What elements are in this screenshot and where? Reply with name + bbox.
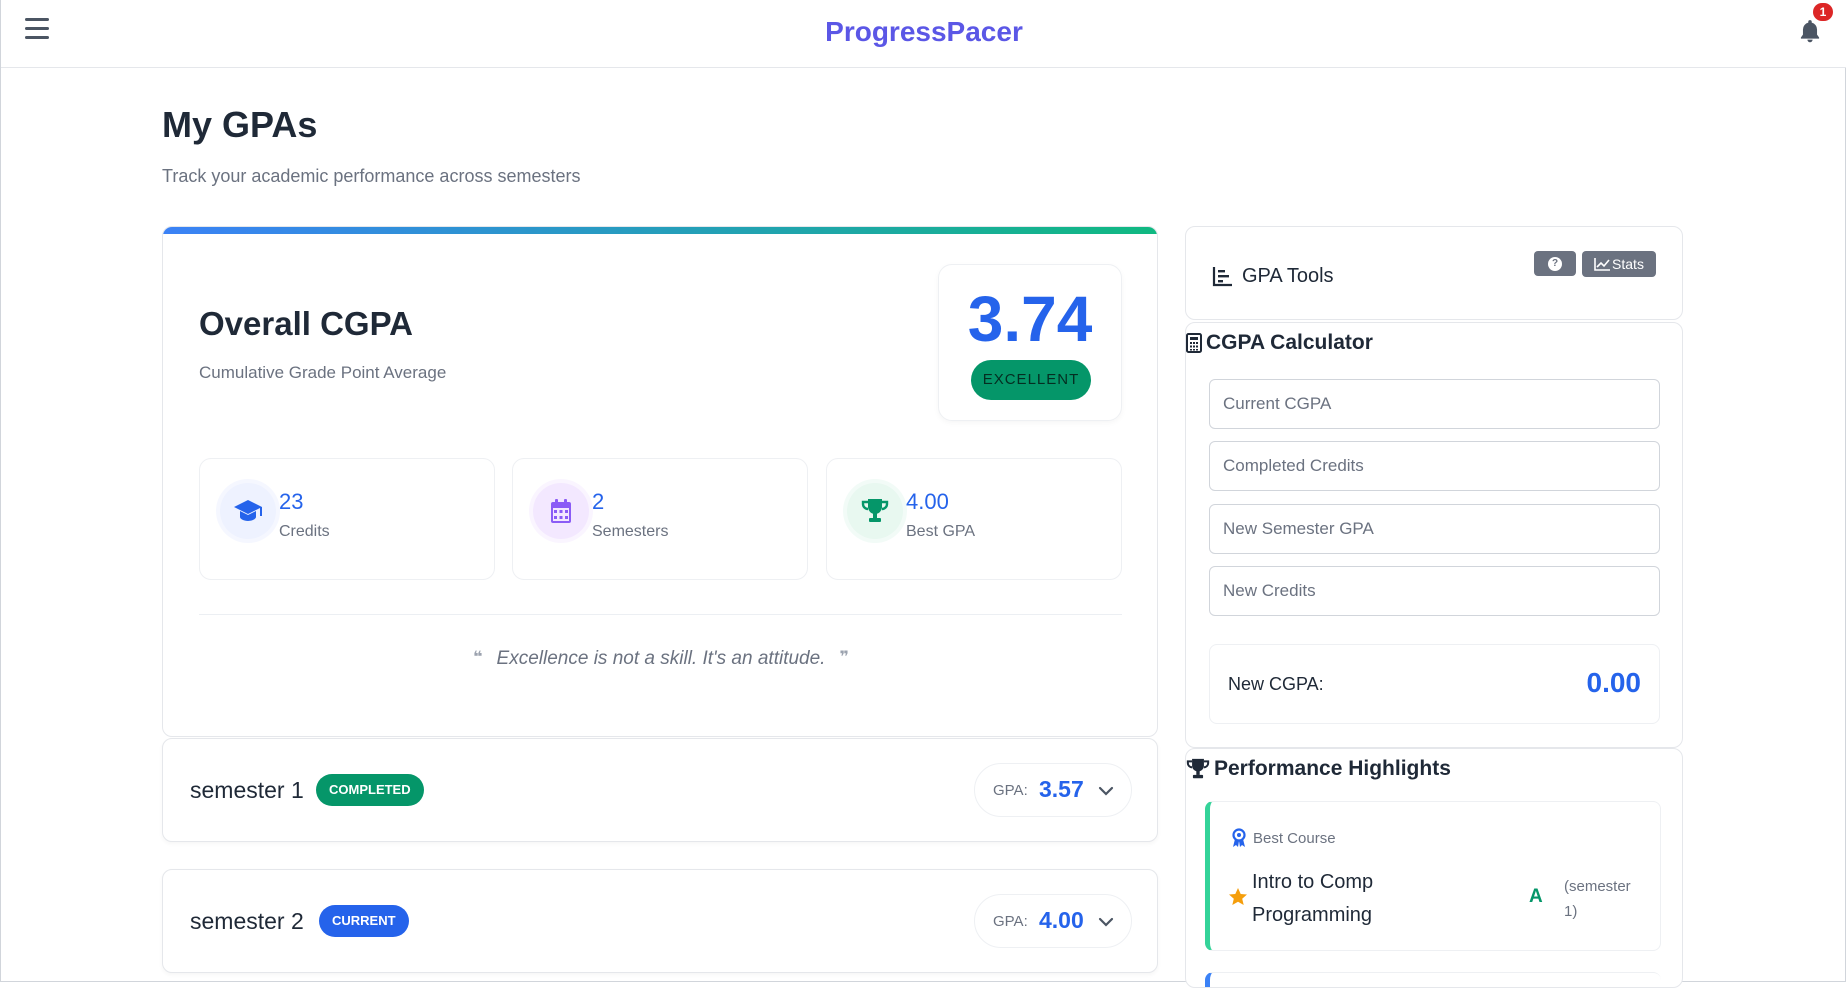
stat-best-gpa: 4.00 Best GPA: [826, 458, 1122, 580]
quote-text: Excellence is not a skill. It's an attit…: [496, 648, 826, 669]
overall-cgpa-title: Overall CGPA: [199, 305, 413, 342]
best-course-name: Intro to Comp Programming: [1252, 871, 1374, 926]
award-icon: [1232, 828, 1246, 847]
page-subtitle: Track your academic performance across s…: [162, 166, 581, 186]
gpa-tools-card: GPA Tools ? Stats: [1185, 226, 1683, 320]
calendar-icon: [533, 483, 589, 539]
new-semester-gpa-input[interactable]: New Semester GPA: [1209, 504, 1660, 554]
best-course-label: Best Course: [1253, 830, 1336, 847]
stats-button[interactable]: Stats: [1582, 251, 1656, 277]
stat-semesters-label: Semesters: [592, 523, 669, 540]
highlights-header: Performance Highlights: [1186, 755, 1451, 783]
stat-credits-label: Credits: [279, 523, 330, 540]
best-course-highlight: Best Course Intro to Comp Programming A …: [1205, 801, 1661, 951]
calculator-icon: [1186, 333, 1202, 353]
graduation-cap-icon: [220, 483, 276, 539]
card-divider: [199, 614, 1122, 615]
semester-gpa-toggle[interactable]: GPA: 3.57: [974, 763, 1132, 817]
page-title: My GPAs: [162, 104, 318, 145]
trophy-icon: [1186, 758, 1210, 779]
cgpa-calculator-card: CGPA Calculator Current CGPA Completed C…: [1185, 322, 1683, 748]
semester-gpa-value: 4.00: [1039, 907, 1084, 933]
cgpa-score-box: 3.74 EXCELLENT: [938, 264, 1122, 421]
notification-bell-icon[interactable]: [1797, 18, 1823, 44]
question-icon: ?: [1548, 256, 1562, 271]
semester-gpa-value: 3.57: [1039, 776, 1084, 802]
calculator-header: CGPA Calculator: [1186, 329, 1373, 357]
semester-row[interactable]: semester 1 COMPLETED GPA: 3.57: [162, 738, 1158, 842]
line-chart-icon: [1594, 257, 1611, 271]
chevron-down-icon[interactable]: [1097, 782, 1115, 800]
semester-name: semester 1: [190, 777, 304, 803]
stat-best-gpa-label: Best GPA: [906, 523, 976, 540]
current-cgpa-input[interactable]: Current CGPA: [1209, 379, 1660, 429]
best-course-semester: (semester 1): [1564, 878, 1631, 920]
semester-gpa-toggle[interactable]: GPA: 4.00: [974, 894, 1132, 948]
trophy-icon: [847, 483, 903, 539]
chevron-down-icon[interactable]: [1097, 913, 1115, 931]
brand-logo[interactable]: ProgressPacer: [1, 16, 1846, 48]
semester-name: semester 2: [190, 908, 304, 934]
new-cgpa-value: 0.00: [1586, 667, 1642, 698]
highlights-title: Performance Highlights: [1214, 757, 1451, 780]
stat-best-gpa-value: 4.00: [906, 489, 949, 514]
motivational-quote: ❝ Excellence is not a skill. It's an atti…: [163, 647, 1157, 670]
best-course-grade: A: [1529, 886, 1543, 907]
stats-button-label: Stats: [1612, 256, 1644, 272]
notification-badge: 1: [1813, 3, 1833, 21]
gpa-tools-title: GPA Tools: [1242, 265, 1334, 287]
quote-close-icon: ❞: [839, 649, 849, 666]
rating-badge: EXCELLENT: [971, 360, 1091, 400]
stat-semesters-value: 2: [592, 489, 605, 514]
new-cgpa-label: New CGPA:: [1228, 674, 1324, 694]
card-accent-bar: [163, 227, 1157, 234]
top-bar: ProgressPacer 1: [1, 0, 1846, 68]
stat-credits: 23 Credits: [199, 458, 495, 580]
semester-status-badge: COMPLETED: [316, 774, 424, 806]
help-button[interactable]: ?: [1534, 251, 1576, 276]
star-icon: [1229, 888, 1247, 905]
completed-credits-input[interactable]: Completed Credits: [1209, 441, 1660, 491]
semester-status-badge: CURRENT: [319, 905, 409, 937]
quote-open-icon: ❝: [473, 649, 483, 666]
gpa-label: GPA:: [993, 913, 1028, 930]
performance-highlights-card: Performance Highlights Best Course Intro…: [1185, 748, 1683, 988]
next-highlight-item: [1205, 972, 1661, 987]
stat-credits-value: 23: [279, 489, 304, 514]
bar-chart-icon: [1212, 267, 1232, 287]
gpa-label: GPA:: [993, 782, 1028, 799]
cgpa-value: 3.74: [967, 283, 1093, 355]
overall-cgpa-subtitle: Cumulative Grade Point Average: [199, 363, 447, 382]
stat-semesters: 2 Semesters: [512, 458, 808, 580]
new-credits-input[interactable]: New Credits: [1209, 566, 1660, 616]
app-frame: ProgressPacer 1 My GPAs Track your acade…: [0, 0, 1846, 988]
calculator-title: CGPA Calculator: [1206, 331, 1373, 354]
overall-cgpa-card: Overall CGPA Cumulative Grade Point Aver…: [162, 226, 1158, 737]
new-cgpa-result: New CGPA: 0.00: [1209, 644, 1660, 724]
semester-row[interactable]: semester 2 CURRENT GPA: 4.00: [162, 869, 1158, 973]
